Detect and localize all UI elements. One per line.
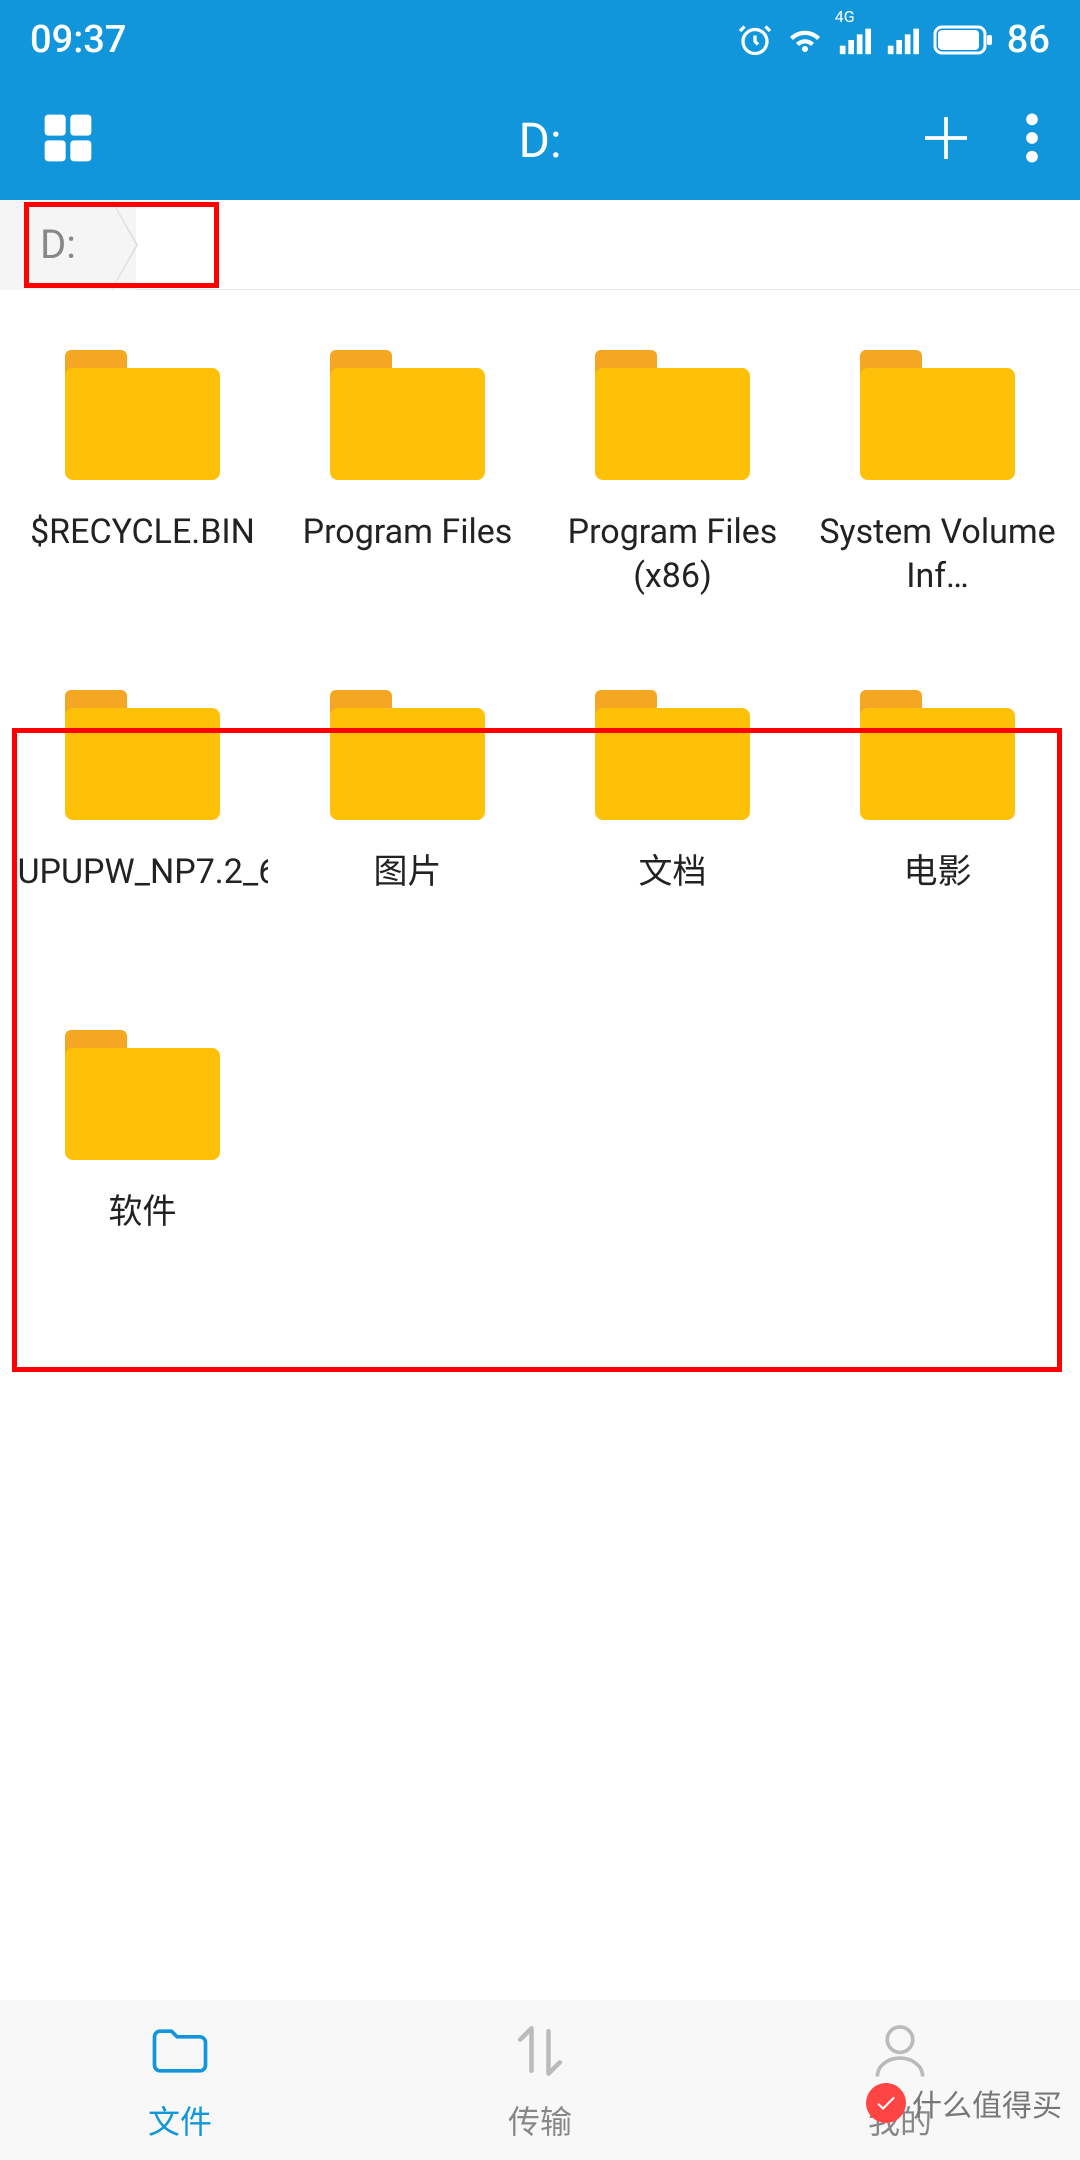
watermark-logo-icon [866,2083,906,2123]
app-bar: D: [0,80,1080,200]
folder-icon [860,690,1015,820]
folder-item[interactable]: 文档 [540,670,805,1010]
breadcrumb-label: D: [40,221,76,268]
breadcrumb: D: [0,200,1080,290]
watermark-text: 什么值得买 [912,2081,1062,2125]
folder-item[interactable]: UPUPW_NP7.2_64 [10,670,275,1010]
folder-item[interactable]: System Volume Inf… [805,330,1070,670]
folder-label: 文档 [639,850,707,894]
folder-label: 电影 [904,850,972,894]
folder-item[interactable]: Program Files (x86) [540,330,805,670]
folder-icon [330,690,485,820]
status-bar: 09:37 4G [0,0,1080,80]
grid-view-icon[interactable] [40,110,96,170]
tab-files-label: 文件 [148,2097,212,2143]
more-icon[interactable] [1024,110,1040,170]
transfer-icon [506,2017,574,2089]
folder-label: Program Files (x86) [548,510,798,598]
folder-item[interactable]: 软件 [10,1010,275,1350]
bottom-nav: 文件 传输 我的 [0,2000,1080,2160]
folder-item[interactable]: $RECYCLE.BIN [10,330,275,670]
add-icon[interactable] [918,110,974,170]
folder-icon [860,350,1015,480]
watermark: 什么值得买 [866,2081,1062,2125]
status-icons: 4G 86 [737,18,1050,62]
folder-icon [595,350,750,480]
battery-icon [933,25,993,55]
folder-icon [330,350,485,480]
tab-transfer-label: 传输 [508,2097,572,2143]
folder-icon [65,1030,220,1160]
status-time: 09:37 [30,18,126,62]
folder-item[interactable]: 图片 [275,670,540,1010]
tab-transfer[interactable]: 传输 [506,2017,574,2143]
folder-label: 软件 [109,1190,177,1234]
mobile-signal-icon-1: 4G [837,23,871,57]
folder-icon [65,690,220,820]
battery-level: 86 [1007,18,1050,62]
folder-icon [65,350,220,480]
folder-icon [595,690,750,820]
breadcrumb-root[interactable]: D: [0,200,136,290]
wifi-icon [787,22,823,58]
folder-grid: $RECYCLE.BIN Program Files Program Files… [0,290,1080,1350]
folder-label: UPUPW_NP7.2_64 [18,850,268,894]
folder-item[interactable]: Program Files [275,330,540,670]
alarm-icon [737,22,773,58]
person-icon [866,2017,934,2089]
mobile-signal-icon-2 [885,23,919,57]
folder-label: 图片 [374,850,442,894]
folder-label: System Volume Inf… [813,510,1063,598]
folder-label: $RECYCLE.BIN [30,510,255,554]
folder-item[interactable]: 电影 [805,670,1070,1010]
app-title: D: [518,112,561,169]
folder-label: Program Files [303,510,513,554]
files-icon [146,2017,214,2089]
tab-files[interactable]: 文件 [146,2017,214,2143]
